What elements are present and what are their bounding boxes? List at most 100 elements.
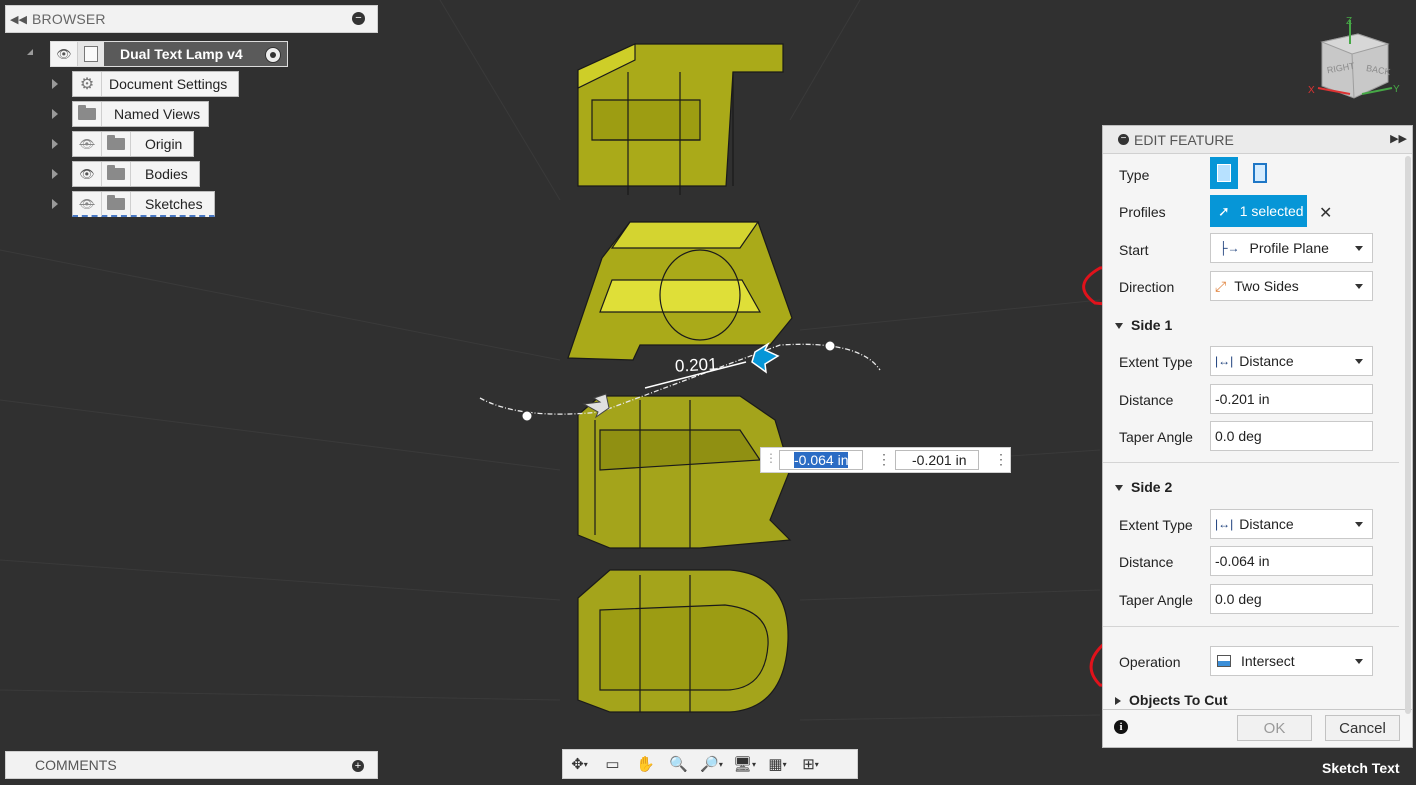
tree-item-label: Bodies — [145, 166, 188, 182]
side2-distance-input[interactable]: -0.064 in — [779, 450, 863, 470]
browser-header[interactable]: ◀◀ BROWSER − — [5, 5, 378, 33]
profiles-label: Profiles — [1119, 204, 1166, 220]
minimize-browser-icon[interactable]: − — [352, 12, 365, 25]
tree-expander-named-views[interactable] — [52, 109, 58, 119]
side1-extent-value: Distance — [1239, 353, 1294, 369]
start-value: Profile Plane — [1249, 240, 1329, 256]
side2-extent-value: Distance — [1239, 516, 1294, 532]
type-label: Type — [1119, 167, 1150, 183]
objects-to-cut-header[interactable]: Objects To Cut — [1115, 692, 1228, 708]
minimize-panel-icon[interactable]: − — [1118, 134, 1129, 145]
display-settings-icon[interactable]: 🖥 ▾ — [728, 750, 761, 778]
chevron-down-icon — [1355, 246, 1363, 251]
tree-item-named-views[interactable]: Named Views — [72, 101, 209, 127]
tree-item-label: Origin — [145, 136, 183, 152]
side2-distance-label: Distance — [1119, 554, 1174, 570]
side1-distance-input[interactable]: -0.201 in — [895, 450, 979, 470]
side2-distance-field[interactable]: -0.064 in — [1210, 546, 1373, 576]
eye-icon[interactable]: 👁 — [73, 162, 102, 186]
browser-title: BROWSER — [32, 11, 106, 27]
panel-title: EDIT FEATURE — [1134, 131, 1234, 148]
tree-root-expander[interactable] — [27, 49, 33, 55]
clear-selection-icon[interactable]: ✕ — [1319, 203, 1332, 223]
dimension-handle-left[interactable] — [521, 410, 533, 422]
dimension-handle-right[interactable] — [824, 340, 836, 352]
collapse-icon — [1115, 323, 1123, 330]
tree-item-bodies[interactable]: 👁 Bodies — [72, 161, 200, 187]
type-solid-button[interactable] — [1210, 157, 1238, 189]
eye-hidden-icon[interactable]: 👁 — [73, 191, 102, 216]
type-thin-button[interactable] — [1248, 159, 1272, 187]
tree-expander-origin[interactable] — [52, 139, 58, 149]
tree-root[interactable]: 👁 Dual Text Lamp v4 — [50, 41, 288, 67]
solid-extrude-icon — [1217, 164, 1231, 182]
folder-icon — [102, 132, 131, 156]
direction-dropdown[interactable]: ⤢ Two Sides — [1210, 271, 1373, 301]
panel-header[interactable]: − EDIT FEATURE ▶▶ — [1103, 126, 1412, 154]
chevron-down-icon — [1355, 359, 1363, 364]
side1-title: Side 1 — [1131, 317, 1173, 333]
tree-item-document-settings[interactable]: ⚙ Document Settings — [72, 71, 239, 97]
navigation-toolbar: ✥ ▾ ▭ ✋ 🔍 🔎 ▾ 🖥 ▾ ▦ ▾ ⊞ ▾ — [562, 749, 858, 779]
zoom-icon[interactable]: 🔍 — [662, 750, 695, 778]
folder-icon — [102, 162, 131, 186]
axis-y-label: Y — [1393, 84, 1400, 95]
expand-icon — [1115, 697, 1121, 706]
tree-expander-bodies[interactable] — [52, 169, 58, 179]
activate-radio-icon[interactable] — [265, 47, 281, 63]
pan-icon[interactable]: ✋ — [629, 750, 662, 778]
drag-handle-icon[interactable]: ⋮ — [765, 451, 777, 465]
collapse-browser-icon[interactable]: ◀◀ — [10, 13, 32, 26]
side1-taper-field[interactable]: 0.0 deg — [1210, 421, 1373, 451]
component-icon — [78, 42, 104, 66]
chevron-down-icon — [1355, 522, 1363, 527]
tree-expander-sketches[interactable] — [52, 199, 58, 209]
side1-extent-label: Extent Type — [1119, 354, 1193, 370]
inline-distance-inputs: ⋮ -0.064 in ⋮ -0.201 in ⋮ — [760, 447, 1011, 473]
side1-extent-dropdown[interactable]: |↔| Distance — [1210, 346, 1373, 376]
profiles-select-button[interactable]: ➚ 1 selected — [1210, 195, 1307, 227]
look-at-icon[interactable]: ▭ — [596, 750, 629, 778]
thin-extrude-icon — [1253, 163, 1267, 183]
side2-section-header[interactable]: Side 2 — [1115, 479, 1172, 495]
view-cube[interactable] — [1317, 20, 1393, 99]
side2-taper-field[interactable]: 0.0 deg — [1210, 584, 1373, 614]
profile-plane-icon: ├→ — [1219, 241, 1240, 255]
eye-hidden-icon[interactable]: 👁 — [73, 132, 102, 156]
start-label: Start — [1119, 242, 1149, 258]
distance-icon: |↔| — [1215, 517, 1234, 531]
add-comment-icon[interactable]: + — [352, 760, 364, 772]
orbit-icon[interactable]: ✥ ▾ — [563, 750, 596, 778]
side2-input-menu-icon[interactable]: ⋮ — [877, 451, 891, 468]
expand-panel-icon[interactable]: ▶▶ — [1390, 132, 1407, 145]
start-dropdown[interactable]: ├→ Profile Plane — [1210, 233, 1373, 263]
zoom-window-icon[interactable]: 🔎 ▾ — [695, 750, 728, 778]
tree-item-origin[interactable]: 👁 Origin — [72, 131, 194, 157]
cancel-button[interactable]: Cancel — [1325, 715, 1400, 741]
side1-distance-field[interactable]: -0.201 in — [1210, 384, 1373, 414]
viewports-icon[interactable]: ⊞ ▾ — [794, 750, 827, 778]
operation-dropdown[interactable]: Intersect — [1210, 646, 1373, 676]
grid-settings-icon[interactable]: ▦ ▾ — [761, 750, 794, 778]
tree-expander-document-settings[interactable] — [52, 79, 58, 89]
eye-icon[interactable]: 👁 — [51, 42, 78, 66]
ok-button[interactable]: OK — [1237, 715, 1312, 741]
section-divider — [1103, 626, 1399, 627]
comments-bar[interactable]: COMMENTS + — [5, 751, 378, 779]
axis-x-label: X — [1308, 85, 1315, 96]
footer-divider — [1103, 709, 1412, 710]
edit-feature-panel: − EDIT FEATURE ▶▶ Type Profiles ➚ 1 sele… — [1102, 125, 1413, 748]
panel-scrollbar[interactable] — [1405, 156, 1411, 714]
info-icon[interactable]: i — [1114, 720, 1128, 734]
letter-body-r — [577, 395, 792, 549]
profiles-value: 1 selected — [1239, 203, 1304, 219]
tree-root-label: Dual Text Lamp v4 — [120, 46, 243, 62]
dimension-label: 0.201 — [674, 355, 717, 376]
side1-section-header[interactable]: Side 1 — [1115, 317, 1172, 333]
chevron-down-icon — [1355, 284, 1363, 289]
side1-distance-arrow[interactable] — [751, 341, 780, 374]
side2-extent-dropdown[interactable]: |↔| Distance — [1210, 509, 1373, 539]
tree-item-sketches[interactable]: 👁 Sketches — [72, 191, 215, 217]
side1-input-menu-icon[interactable]: ⋮ — [994, 451, 1008, 468]
side1-distance-label: Distance — [1119, 392, 1174, 408]
